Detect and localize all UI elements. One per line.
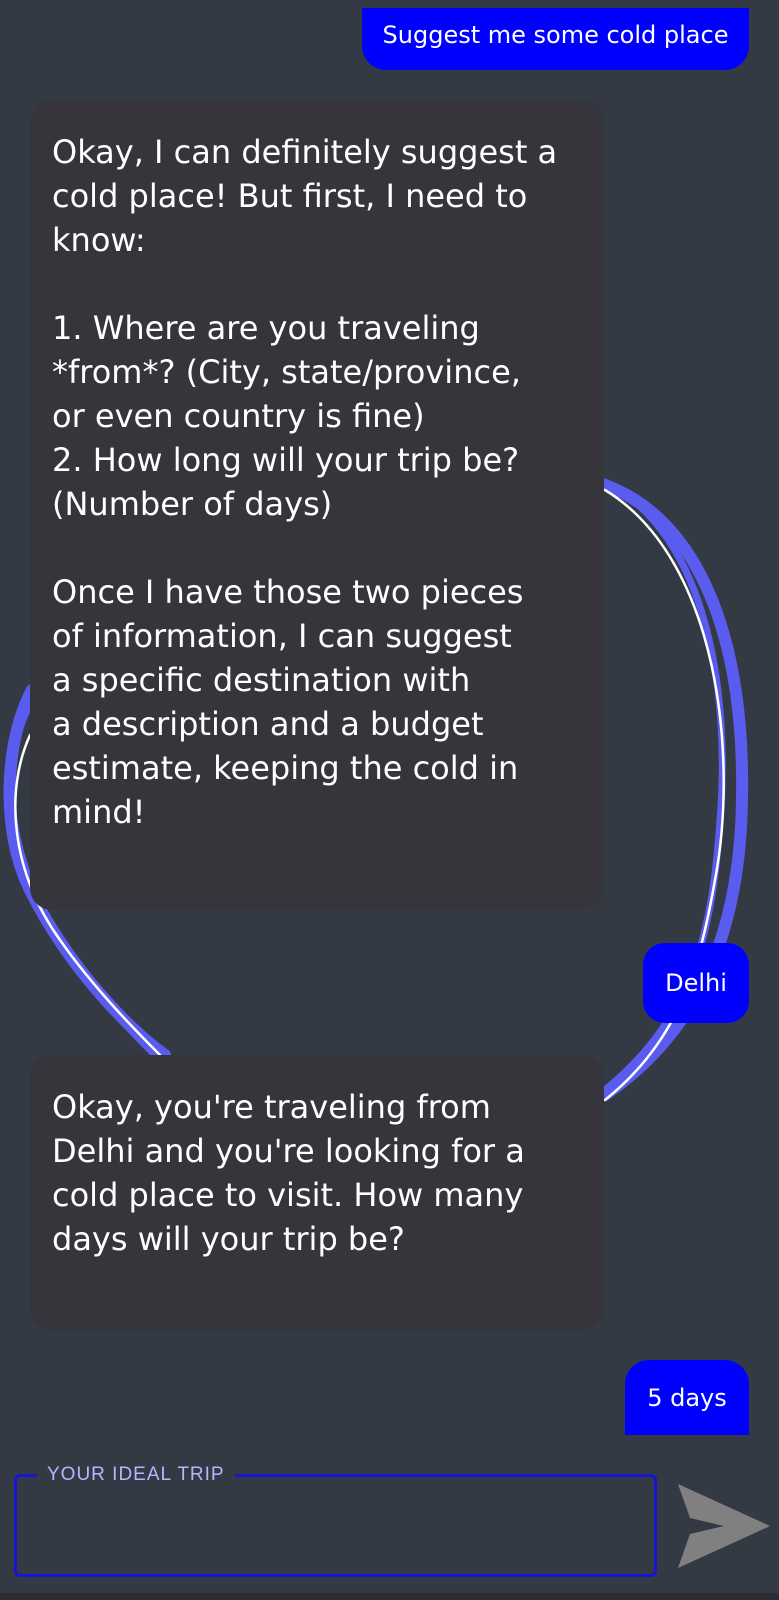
assistant-message: Okay, you're traveling from Delhi and yo… [30,1055,604,1330]
user-message: 5 days [625,1360,749,1435]
trip-input[interactable] [17,1477,654,1574]
trip-input-container: YOUR IDEAL TRIP [14,1463,657,1577]
send-button[interactable] [676,1478,772,1568]
user-message: Suggest me some cold place [362,8,749,70]
user-message: Delhi [643,943,749,1023]
trip-input-label: YOUR IDEAL TRIP [37,1463,235,1487]
assistant-message: Okay, I can definitely suggest a cold pl… [30,100,604,910]
bottom-bar [0,1593,779,1600]
send-icon [678,1484,770,1568]
